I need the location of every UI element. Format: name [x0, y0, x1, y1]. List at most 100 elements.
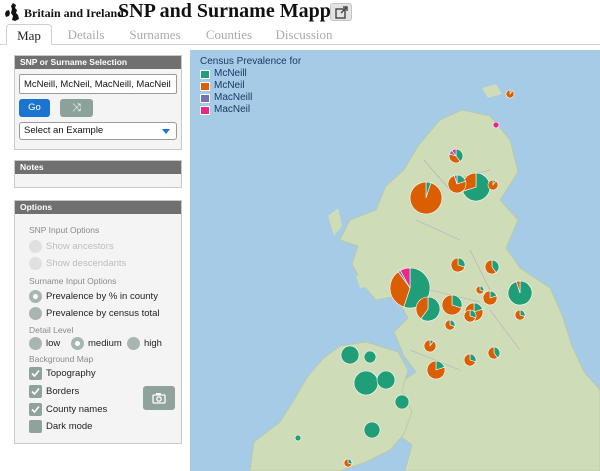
camera-icon: [152, 393, 166, 404]
prevalence-pie[interactable]: [514, 309, 526, 321]
pie-slice: [363, 350, 377, 364]
topography-label: Topography: [46, 368, 96, 379]
pie-slice: [423, 339, 437, 353]
prevalence-pie[interactable]: [415, 296, 441, 322]
shuffle-button[interactable]: ⤨: [60, 99, 93, 117]
county-names-label: County names: [46, 404, 108, 415]
prevalence-total-radio[interactable]: [29, 307, 42, 320]
go-button[interactable]: Go: [19, 99, 50, 117]
detail-high-label: high: [144, 338, 162, 349]
prevalence-pie[interactable]: [423, 339, 437, 353]
prevalence-pie[interactable]: [343, 458, 353, 468]
prevalence-pie[interactable]: [484, 259, 500, 275]
legend-label: McNeill: [214, 68, 247, 79]
detail-medium-radio[interactable]: [71, 337, 84, 350]
surname-options-label: Surname Input Options: [29, 276, 117, 286]
ireland-landmass: [249, 341, 413, 471]
show-ancestors-label: Show ancestors: [46, 241, 114, 252]
prevalence-pie[interactable]: [426, 360, 446, 380]
prevalence-pie[interactable]: [475, 285, 485, 295]
legend-swatch: [200, 70, 210, 79]
tab-surnames[interactable]: Surnames: [122, 24, 188, 45]
legend-swatch: [200, 106, 210, 115]
topography-checkbox[interactable]: [29, 367, 42, 380]
legend-label: MacNeil: [214, 104, 251, 115]
snp-options-label: SNP Input Options: [29, 225, 100, 235]
dark-mode-label: Dark mode: [46, 421, 93, 432]
detail-low-radio[interactable]: [29, 337, 42, 350]
tab-bar: Map Details Surnames Counties Discussion: [0, 24, 600, 45]
prevalence-pie[interactable]: [492, 121, 500, 129]
detail-high-radio[interactable]: [127, 337, 140, 350]
prevalence-pie[interactable]: [463, 309, 477, 323]
tab-details[interactable]: Details: [60, 24, 112, 45]
prevalence-pie[interactable]: [450, 257, 466, 273]
tab-map[interactable]: Map: [6, 24, 52, 45]
open-external-button[interactable]: [330, 3, 352, 21]
county-names-checkbox[interactable]: [29, 403, 42, 416]
prevalence-pie[interactable]: [363, 350, 377, 364]
legend-title: Census Prevalence for: [200, 56, 302, 67]
dark-mode-checkbox[interactable]: [29, 420, 42, 433]
prevalence-pie[interactable]: [487, 346, 501, 360]
checkmark-icon: [31, 369, 40, 378]
legend-label: MacNeill: [214, 92, 253, 103]
prevalence-pct-label: Prevalence by % in county: [46, 291, 158, 302]
prevalence-pie[interactable]: [394, 394, 410, 410]
prevalence-total-label: Prevalence by census total: [46, 308, 160, 319]
prevalence-pie[interactable]: [463, 353, 477, 367]
detail-low-label: low: [46, 338, 61, 349]
pie-slice: [353, 370, 379, 396]
borders-label: Borders: [46, 386, 80, 397]
search-panel-heading: SNP or Surname Selection: [15, 56, 181, 69]
pie-slice: [492, 121, 500, 129]
pie-slice: [294, 434, 302, 442]
tab-discussion[interactable]: Discussion: [270, 24, 338, 45]
notes-panel-heading[interactable]: Notes: [15, 161, 181, 174]
borders-checkbox[interactable]: [29, 385, 42, 398]
notes-panel: Notes: [14, 160, 182, 188]
prevalence-pie[interactable]: [444, 319, 456, 331]
external-link-icon: [335, 6, 348, 19]
show-descendants-radio[interactable]: [29, 257, 42, 270]
tab-counties[interactable]: Counties: [198, 24, 260, 45]
prevalence-pie[interactable]: [487, 179, 499, 191]
example-select-value: Select an Example: [24, 125, 104, 136]
hebrides-island: [328, 208, 342, 236]
prevalence-pct-radio[interactable]: [29, 290, 42, 303]
options-panel-heading[interactable]: Options: [15, 201, 181, 214]
legend-swatch: [200, 82, 210, 91]
map-canvas[interactable]: [190, 50, 600, 471]
screenshot-button[interactable]: [143, 386, 175, 410]
detail-medium-label: medium: [88, 338, 122, 349]
surname-input[interactable]: [19, 74, 177, 94]
pie-slice: [363, 421, 381, 439]
prevalence-pie[interactable]: [461, 172, 491, 202]
prevalence-pie[interactable]: [482, 290, 498, 306]
prevalence-pie[interactable]: [409, 181, 443, 215]
prevalence-pie[interactable]: [448, 148, 464, 164]
prevalence-pie[interactable]: [340, 345, 360, 365]
pie-slice: [487, 179, 499, 191]
example-select[interactable]: Select an Example: [19, 122, 177, 140]
legend-swatch: [200, 94, 210, 103]
prevalence-pie[interactable]: [441, 294, 463, 316]
prevalence-pie[interactable]: [447, 174, 467, 194]
orkney-island: [482, 84, 502, 98]
options-panel: Options SNP Input Options Show ancestors…: [14, 200, 182, 444]
app-header: Britain and Ireland SNP and Surname Mapp…: [0, 0, 600, 24]
prevalence-pie[interactable]: [353, 370, 379, 396]
prevalence-pie[interactable]: [363, 421, 381, 439]
pie-slice: [409, 181, 443, 215]
chevron-down-icon: [162, 129, 170, 134]
show-ancestors-radio[interactable]: [29, 240, 42, 253]
pie-slice: [505, 89, 515, 99]
page-title: SNP and Surname Mapper: [118, 0, 349, 22]
prevalence-pie[interactable]: [507, 280, 533, 306]
pie-slice: [340, 345, 360, 365]
prevalence-pie[interactable]: [294, 434, 302, 442]
show-descendants-label: Show descendants: [46, 258, 127, 269]
prevalence-pie[interactable]: [376, 370, 396, 390]
map-view[interactable]: [190, 50, 600, 471]
prevalence-pie[interactable]: [505, 89, 515, 99]
